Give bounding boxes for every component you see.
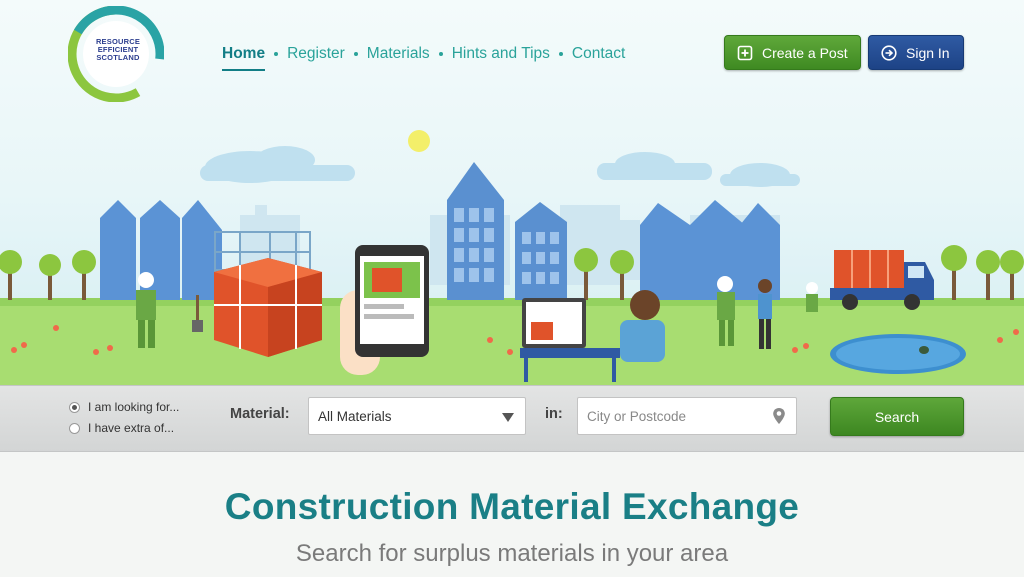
hero-banner: RESOURCE EFFICIENT SCOTLAND Home Registe… [0, 0, 1024, 385]
radio-button-selected[interactable] [69, 401, 80, 413]
main-nav: Home Register Materials Hints and Tips C… [222, 44, 625, 71]
create-post-label: Create a Post [762, 44, 848, 61]
nav-contact[interactable]: Contact [572, 45, 625, 63]
arrow-circle-icon [881, 44, 897, 61]
nav-separator [438, 52, 443, 56]
nav-separator [353, 52, 358, 56]
map-pin-icon [773, 408, 785, 424]
search-button-label: Search [874, 408, 920, 425]
nav-home[interactable]: Home [222, 45, 266, 71]
radio-looking-for-label: I am looking for... [88, 400, 180, 414]
page-title: Construction Material Exchange [224, 486, 800, 527]
sign-in-button[interactable]: Sign In [868, 35, 964, 70]
search-button[interactable]: Search [830, 397, 964, 436]
nav-hints-and-tips[interactable]: Hints and Tips [452, 45, 550, 63]
radio-have-extra-label: I have extra of... [88, 421, 175, 435]
sign-in-label: Sign In [906, 44, 950, 61]
nav-separator [274, 52, 279, 56]
create-post-button[interactable]: Create a Post [724, 35, 861, 70]
material-select-value: All Materials [318, 408, 392, 424]
logo-line-3: SCOTLAND [96, 53, 140, 62]
nav-separator [558, 52, 563, 56]
in-label: in: [545, 406, 563, 422]
page-subtitle: Search for surplus materials in your are… [295, 540, 729, 567]
material-select[interactable]: All Materials [308, 397, 526, 435]
radio-button[interactable] [69, 422, 80, 434]
chevron-down-icon [502, 413, 514, 422]
logo-text: RESOURCE EFFICIENT SCOTLAND [86, 38, 150, 62]
radio-looking-for[interactable]: I am looking for... [69, 400, 179, 414]
location-input[interactable] [577, 397, 797, 435]
plus-square-icon [737, 45, 753, 60]
nav-register[interactable]: Register [287, 45, 345, 63]
nav-materials[interactable]: Materials [367, 45, 430, 63]
radio-have-extra[interactable]: I have extra of... [69, 421, 174, 435]
material-label: Material: [230, 406, 290, 422]
